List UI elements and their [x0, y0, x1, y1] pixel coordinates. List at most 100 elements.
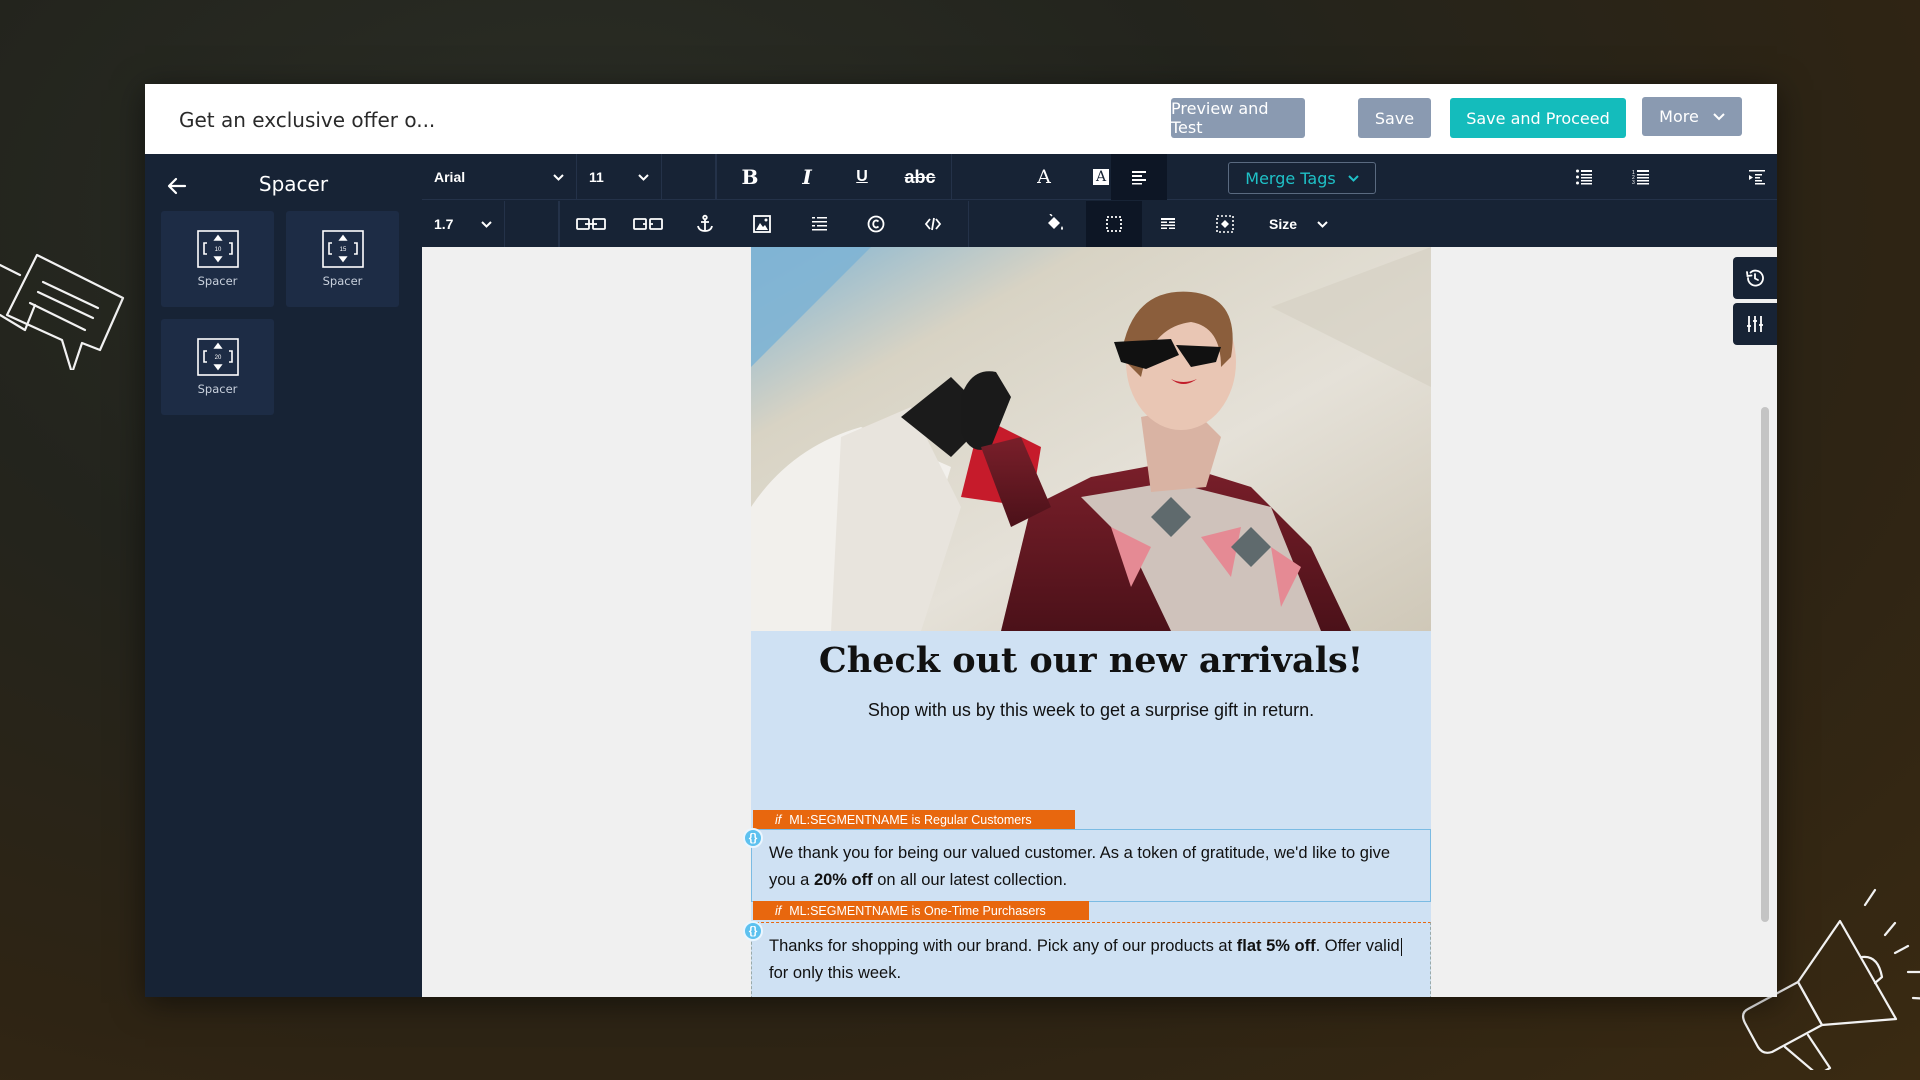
toolbar-row-2: 1.7 Size [422, 201, 1777, 247]
indent-button[interactable] [1732, 154, 1782, 200]
unlink-button[interactable] [623, 201, 673, 247]
block-text: on all our latest collection. [872, 871, 1068, 889]
toolbar-spacer [662, 154, 716, 200]
block-text: . Offer valid [1315, 937, 1400, 955]
preview-and-test-button[interactable]: Preview and Test [1171, 98, 1305, 138]
toolbar-row-1: Arial 11 B I U abc A A Merge Tags 1 2 3 [422, 154, 1777, 200]
save-button[interactable]: Save [1358, 98, 1431, 138]
align-button[interactable] [1111, 154, 1167, 200]
condition-tag-regular-customers[interactable]: if ML:SEGMENTNAME is Regular Customers [753, 810, 1075, 829]
border-button[interactable] [1086, 201, 1142, 247]
table-icon [1161, 218, 1175, 229]
svg-text:10: 10 [214, 247, 221, 253]
dynamic-content-icon[interactable]: {} [743, 828, 763, 848]
condition-text: ML:SEGMENTNAME is One-Time Purchasers [789, 903, 1046, 918]
bold-button[interactable]: B [725, 154, 775, 200]
strikethrough-button[interactable]: abc [895, 154, 945, 200]
svg-text:3: 3 [1632, 180, 1635, 186]
font-family-value: Arial [434, 169, 466, 185]
campaign-title[interactable]: Get an exclusive offer o... [179, 108, 435, 132]
email-editor-window: Get an exclusive offer o... Preview and … [145, 84, 1777, 997]
settings-sliders-button[interactable] [1733, 303, 1777, 345]
chevron-down-icon [553, 173, 564, 181]
condition-keyword: if [775, 903, 782, 918]
save-and-proceed-button[interactable]: Save and Proceed [1450, 98, 1626, 138]
indent-icon [1749, 170, 1765, 185]
bullet-list-icon [1576, 169, 1592, 185]
numbered-list-icon: 123 [1632, 170, 1649, 186]
fill-color-icon [1048, 214, 1063, 230]
text-color-icon: A [1037, 166, 1051, 188]
font-size-value: 11 [589, 169, 604, 185]
toolbar-spacer [505, 201, 559, 247]
canvas-scrollbar[interactable] [1761, 407, 1769, 922]
numbered-list-button[interactable]: 123 [1616, 154, 1666, 200]
email-heading[interactable]: Check out our new arrivals! [751, 640, 1431, 681]
svg-text:20: 20 [214, 355, 221, 361]
italic-icon: I [802, 165, 812, 189]
tile-label: Spacer [322, 274, 363, 288]
sliders-icon [1747, 316, 1763, 332]
chevron-down-icon [1348, 174, 1359, 182]
copyright-button[interactable] [851, 201, 901, 247]
anchor-icon [697, 214, 713, 232]
image-icon [753, 215, 771, 233]
email-body: Check out our new arrivals! Shop with us… [743, 247, 1431, 997]
font-family-select[interactable]: Arial [422, 154, 577, 200]
code-icon [924, 217, 942, 231]
history-icon [1746, 269, 1764, 287]
merge-tags-label: Merge Tags [1245, 168, 1336, 188]
email-canvas: Check out our new arrivals! Shop with us… [422, 247, 1777, 997]
spacer-tile-20[interactable]: 20 Spacer [161, 319, 274, 415]
text-cursor [1400, 937, 1402, 956]
source-code-button[interactable] [908, 201, 958, 247]
line-height-value: 1.7 [434, 216, 454, 232]
blocks-sidebar: Spacer 10 Spacer 15 Spacer 20 Spacer [145, 154, 422, 997]
size-dropdown[interactable]: Size [1269, 201, 1328, 247]
block-text: Thanks for shopping with our brand. Pick… [769, 937, 1237, 955]
conditional-content-block[interactable]: {} We thank you for being our valued cus… [743, 828, 1431, 902]
border-icon [1106, 216, 1122, 232]
size-label: Size [1269, 216, 1298, 232]
text-color-button[interactable]: A [1019, 154, 1069, 200]
spacer-tile-10[interactable]: 10 Spacer [161, 211, 274, 307]
editor-header: Get an exclusive offer o... Preview and … [145, 84, 1777, 154]
insert-link-button[interactable] [566, 201, 616, 247]
select-fill-icon [1216, 215, 1234, 233]
conditional-content-block-active[interactable]: {} Thanks for shopping with our brand. P… [743, 921, 1431, 997]
condition-keyword: if [775, 812, 782, 827]
copyright-icon [867, 215, 885, 233]
special-list-button[interactable] [794, 201, 844, 247]
hero-photo [751, 247, 1431, 631]
fill-color-button[interactable] [1030, 201, 1080, 247]
background-color-icon: A [1092, 169, 1110, 185]
condition-tag-one-time-purchasers[interactable]: if ML:SEGMENTNAME is One-Time Purchasers [753, 901, 1089, 920]
chevron-down-icon [1317, 220, 1328, 228]
special-list-icon [812, 217, 827, 231]
block-text: for only this week. [769, 964, 902, 982]
insert-image-button[interactable] [737, 201, 787, 247]
spacer-icon: 10 [196, 230, 239, 268]
bold-icon: B [741, 165, 759, 189]
underline-button[interactable]: U [837, 154, 887, 200]
hero-image[interactable] [751, 247, 1431, 631]
dynamic-content-icon[interactable]: {} [743, 921, 763, 941]
formatting-toolbar: Arial 11 B I U abc A A Merge Tags 1 2 3 … [422, 154, 1777, 247]
select-fill-button[interactable] [1200, 201, 1250, 247]
chevron-down-icon [1713, 112, 1725, 120]
merge-tags-dropdown[interactable]: Merge Tags [1228, 162, 1376, 194]
line-height-select[interactable]: 1.7 [422, 201, 505, 247]
link-icon [576, 218, 606, 230]
chevron-down-icon [481, 220, 492, 228]
more-dropdown-button[interactable]: More [1642, 97, 1742, 136]
history-button[interactable] [1733, 257, 1777, 299]
spacer-tile-15[interactable]: 15 Spacer [286, 211, 399, 307]
table-button[interactable] [1143, 201, 1193, 247]
bullet-list-button[interactable] [1559, 154, 1609, 200]
align-left-icon [1132, 171, 1146, 185]
email-subheading[interactable]: Shop with us by this week to get a surpr… [751, 700, 1431, 721]
more-label: More [1659, 107, 1699, 126]
font-size-select[interactable]: 11 [577, 154, 662, 200]
italic-button[interactable]: I [782, 154, 832, 200]
anchor-button[interactable] [680, 201, 730, 247]
